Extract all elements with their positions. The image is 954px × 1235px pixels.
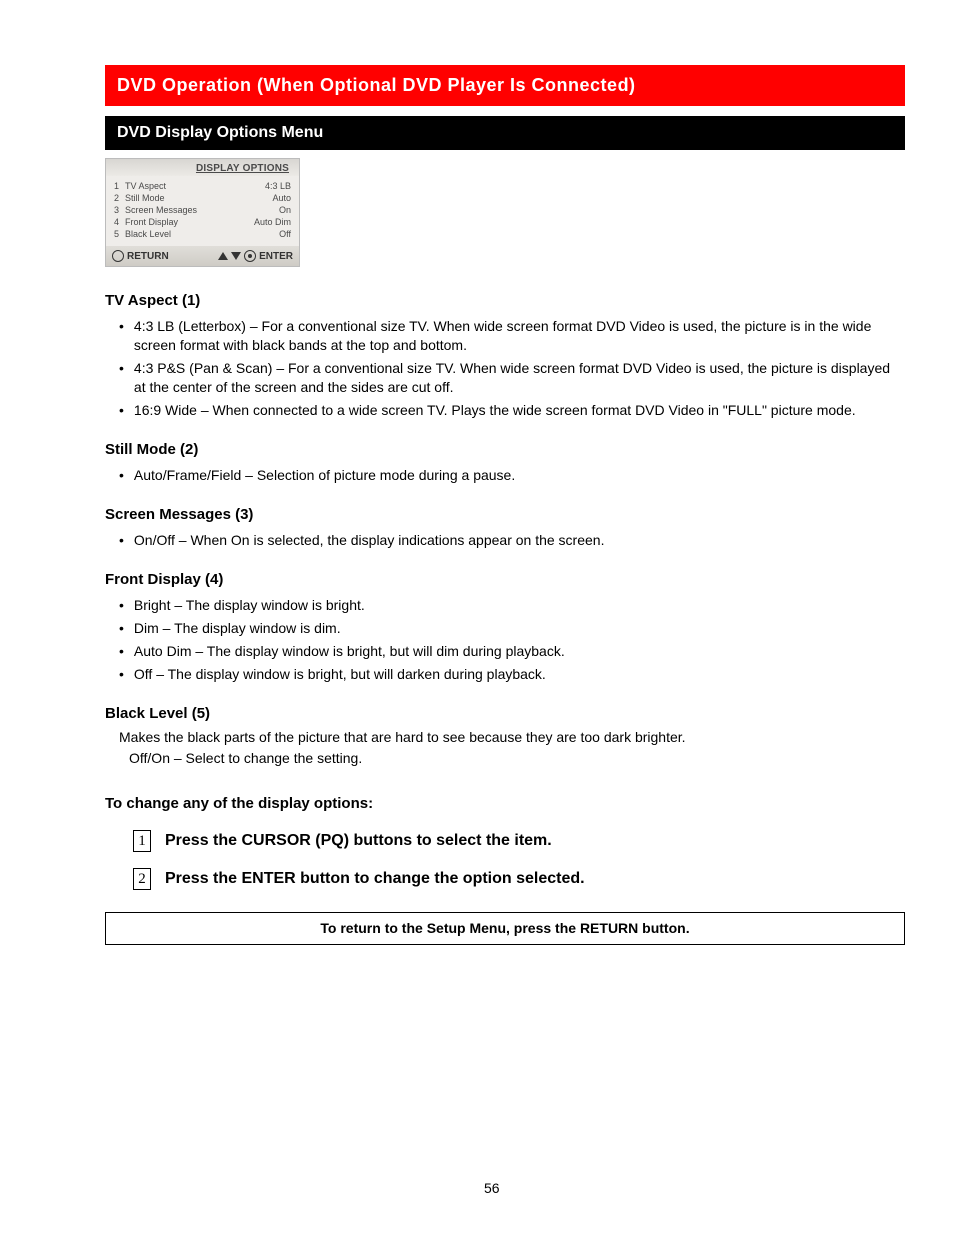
osd-row-value: Off <box>279 229 291 239</box>
item-heading-screen-messages: Screen Messages (3) <box>105 505 905 525</box>
bullet-text: 4:3 LB (Letterbox) – For a conventional … <box>134 317 905 355</box>
osd-row: 2 Still Mode Auto <box>114 192 291 204</box>
bullet-icon <box>119 317 124 355</box>
osd-row-label: Black Level <box>125 229 171 239</box>
black-level-sub: Off/On – Select to change the setting. <box>129 749 905 768</box>
note-box: To return to the Setup Menu, press the R… <box>105 912 905 945</box>
bullet-icon <box>119 619 124 638</box>
osd-row-value: Auto Dim <box>254 217 291 227</box>
page-number: 56 <box>484 1180 500 1196</box>
osd-row-value: On <box>279 205 291 215</box>
osd-body: 1 TV Aspect 4:3 LB 2 Still Mode Auto 3 Scre… <box>106 176 299 246</box>
osd-title: DISPLAY OPTIONS <box>106 159 299 176</box>
return-icon <box>112 250 124 262</box>
osd-row-value: Auto <box>272 193 291 203</box>
osd-return-label: RETURN <box>127 251 169 262</box>
osd-row-label: Still Mode <box>125 193 165 203</box>
bullet-icon <box>119 466 124 485</box>
osd-row: 4 Front Display Auto Dim <box>114 216 291 228</box>
bullet-text: Auto Dim – The display window is bright,… <box>134 642 565 661</box>
bullet-text: Dim – The display window is dim. <box>134 619 341 638</box>
step-text: Press the ENTER button to change the opt… <box>165 868 585 890</box>
bullet-text: 4:3 P&S (Pan & Scan) – For a conventiona… <box>134 359 905 397</box>
bullet-icon <box>119 642 124 661</box>
osd-row: 3 Screen Messages On <box>114 204 291 216</box>
osd-footer: RETURN ENTER <box>106 246 299 266</box>
enter-icon <box>244 250 256 262</box>
bullet-icon <box>119 359 124 397</box>
bullet-text: Bright – The display window is bright. <box>134 596 365 615</box>
bullet-icon <box>119 665 124 684</box>
osd-row-num: 2 <box>114 193 119 203</box>
bullet-text: Auto/Frame/Field – Selection of picture … <box>134 466 515 485</box>
item-heading-front-display: Front Display (4) <box>105 570 905 590</box>
item-heading-black-level: Black Level (5) <box>105 704 905 724</box>
section-header-red: DVD Operation (When Optional DVD Player … <box>105 65 905 106</box>
step-number-box: 2 <box>133 868 151 890</box>
osd-row-label: Screen Messages <box>125 205 197 215</box>
osd-row-num: 5 <box>114 229 119 239</box>
bullet-text: On/Off – When On is selected, the displa… <box>134 531 605 550</box>
bullet-icon <box>119 401 124 420</box>
bullet-text: 16:9 Wide – When connected to a wide scr… <box>134 401 856 420</box>
section-header-black: DVD Display Options Menu <box>105 116 905 150</box>
to-change-heading: To change any of the display options: <box>105 794 905 814</box>
bullet-text: Off – The display window is bright, but … <box>134 665 546 684</box>
item-heading-still-mode: Still Mode (2) <box>105 440 905 460</box>
osd-row-label: Front Display <box>125 217 178 227</box>
osd-row: 5 Black Level Off <box>114 228 291 240</box>
osd-row-value: 4:3 LB <box>265 181 291 191</box>
step-number-box: 1 <box>133 830 151 852</box>
osd-row-num: 4 <box>114 217 119 227</box>
osd-row-num: 3 <box>114 205 119 215</box>
item-heading-tv-aspect: TV Aspect (1) <box>105 291 905 311</box>
step-1: 1 Press the CURSOR (PQ) buttons to selec… <box>133 830 905 852</box>
bullet-icon <box>119 596 124 615</box>
down-arrow-icon <box>231 252 241 260</box>
step-text: Press the CURSOR (PQ) buttons to select … <box>165 830 552 852</box>
bullet-icon <box>119 531 124 550</box>
up-arrow-icon <box>218 252 228 260</box>
osd-row-label: TV Aspect <box>125 181 166 191</box>
black-level-desc: Makes the black parts of the picture tha… <box>119 728 905 747</box>
step-2: 2 Press the ENTER button to change the o… <box>133 868 905 890</box>
osd-row: 1 TV Aspect 4:3 LB <box>114 180 291 192</box>
osd-enter-label: ENTER <box>259 251 293 262</box>
osd-screenshot: DISPLAY OPTIONS 1 TV Aspect 4:3 LB 2 Still… <box>105 158 300 267</box>
osd-row-num: 1 <box>114 181 119 191</box>
